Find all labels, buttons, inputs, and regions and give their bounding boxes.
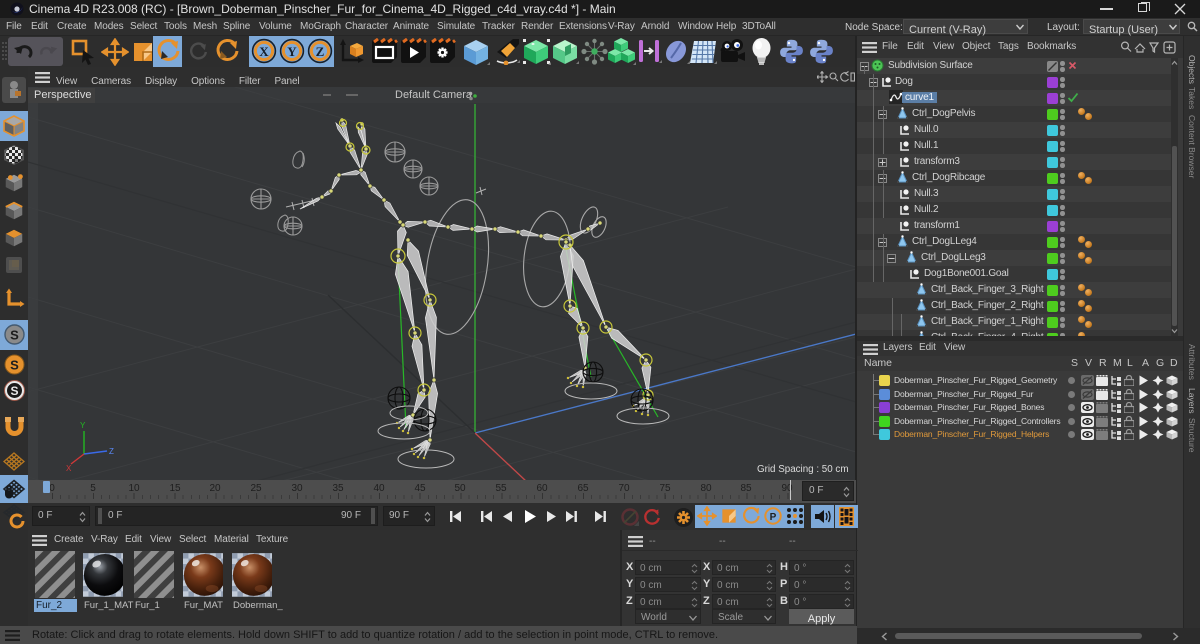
svg-text:Grid Spacing : 50 cm: Grid Spacing : 50 cm bbox=[757, 464, 848, 475]
svg-text:X: X bbox=[259, 44, 269, 59]
svg-text:S: S bbox=[10, 328, 19, 343]
svg-text:P: P bbox=[770, 512, 777, 523]
svg-text:Y: Y bbox=[80, 421, 86, 430]
svg-text:Z: Z bbox=[109, 447, 114, 456]
svg-text:X: X bbox=[66, 464, 72, 473]
svg-text:Y: Y bbox=[287, 44, 297, 59]
svg-text:Z: Z bbox=[316, 44, 325, 59]
svg-text:S: S bbox=[10, 358, 19, 373]
svg-text:S: S bbox=[10, 384, 18, 398]
